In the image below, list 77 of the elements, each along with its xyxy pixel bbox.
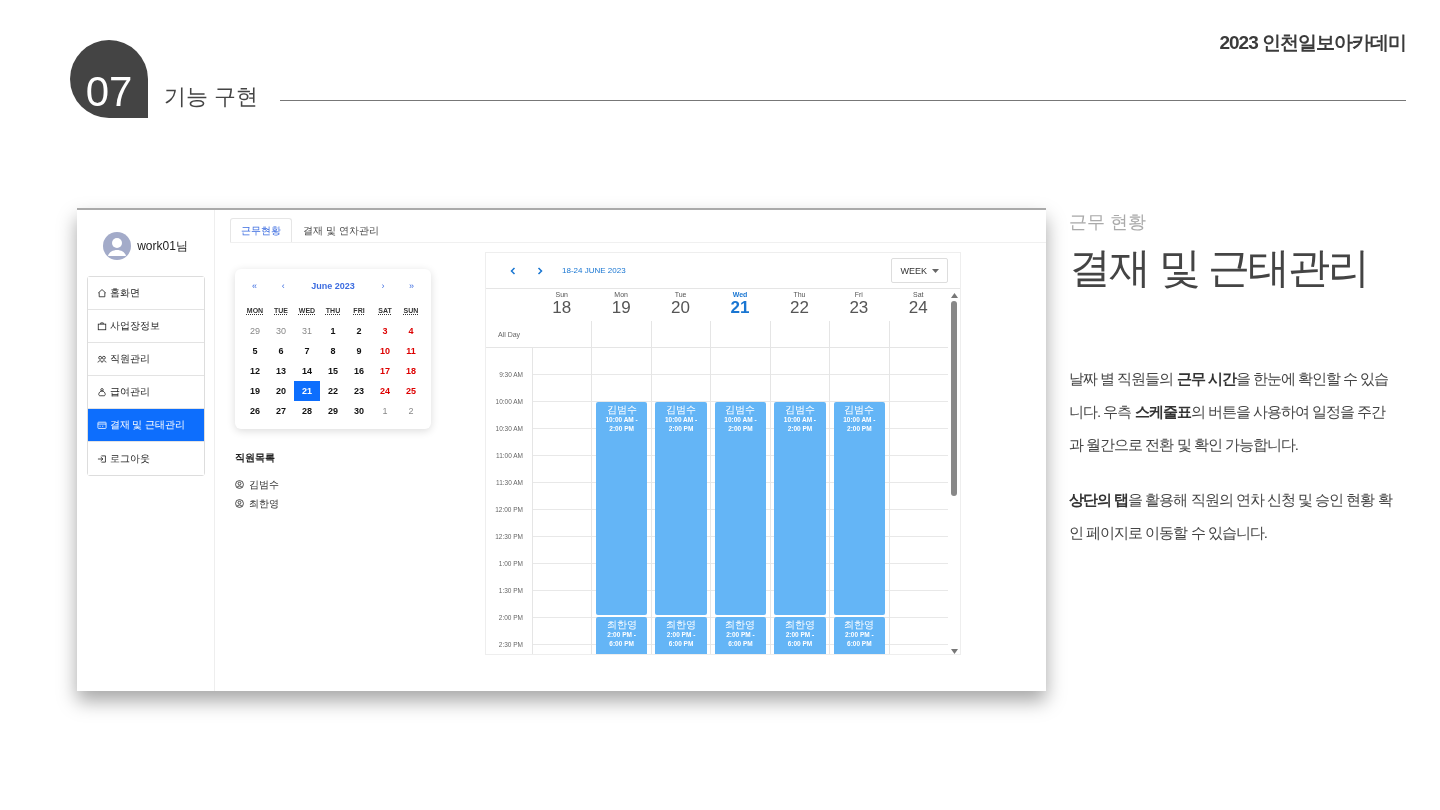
paragraph: 상단의 탭을 활용해 직원의 연차 신청 및 승인 현황 확인 페이지로 이동할 수 있습니다. — [1069, 490, 1394, 543]
brand-title: 2023 인천일보아카데미 — [1219, 31, 1406, 55]
caret-icon — [932, 268, 939, 273]
calendar-day[interactable]: 21 — [294, 381, 320, 401]
day-number[interactable]: 21 — [730, 298, 750, 318]
list-title: 직원목록 — [235, 451, 276, 465]
person-circle-icon — [235, 499, 244, 508]
calendar-day[interactable]: 20 — [268, 381, 294, 401]
calendar-day[interactable]: 7 — [294, 341, 320, 361]
calendar-day[interactable]: 27 — [268, 401, 294, 421]
calendar-day[interactable]: 22 — [320, 381, 346, 401]
calendar-day[interactable]: 3 — [372, 321, 398, 341]
nav-button[interactable]: › — [377, 281, 389, 291]
calendar-day[interactable]: 11 — [398, 341, 424, 361]
calendar-day[interactable]: 9 — [346, 341, 372, 361]
scroll-down-icon[interactable] — [950, 649, 958, 654]
calendar-day[interactable]: 31 — [294, 321, 320, 341]
calendar-day[interactable]: 28 — [294, 401, 320, 421]
day-number[interactable]: 23 — [849, 298, 869, 318]
calendar-day[interactable]: 18 — [398, 361, 424, 381]
card-icon — [96, 420, 107, 430]
menu-item[interactable]: 홈화면 — [87, 277, 204, 310]
calendar-day[interactable]: 1 — [320, 321, 346, 341]
calendar-day[interactable]: 13 — [268, 361, 294, 381]
nav-button[interactable]: » — [405, 281, 418, 291]
logout-icon — [96, 453, 107, 464]
calendar-day[interactable]: 12 — [242, 361, 268, 381]
day-number[interactable]: 24 — [908, 298, 928, 318]
user-name: work01님 — [137, 237, 188, 255]
calendar-day[interactable]: 24 — [372, 381, 398, 401]
calendar-day[interactable]: 2 — [398, 401, 424, 421]
calendar-day[interactable]: 23 — [346, 381, 372, 401]
section-number: 07 — [70, 40, 148, 118]
calendar-day[interactable]: 5 — [242, 341, 268, 361]
month-title[interactable]: June 2023 — [305, 280, 361, 292]
calendar-day[interactable]: 6 — [268, 341, 294, 361]
calendar-day[interactable]: 26 — [242, 401, 268, 421]
person-circle-icon — [235, 480, 244, 489]
bag-icon — [96, 321, 107, 331]
day-number[interactable]: 22 — [789, 298, 809, 318]
eyebrow-text: 근무 현황 — [1069, 211, 1147, 234]
calendar-day[interactable]: 4 — [398, 321, 424, 341]
nav-button[interactable]: « — [248, 281, 261, 291]
calendar-day[interactable]: 19 — [242, 381, 268, 401]
employee-name[interactable]: 김범수 — [249, 477, 279, 492]
calendar-day[interactable]: 1 — [372, 401, 398, 421]
house-icon — [96, 288, 107, 298]
calendar-day[interactable]: 30 — [346, 401, 372, 421]
calendar-day[interactable]: 10 — [372, 341, 398, 361]
calendar-day[interactable]: 8 — [320, 341, 346, 361]
calendar-day[interactable]: 14 — [294, 361, 320, 381]
calendar-day[interactable]: 29 — [320, 401, 346, 421]
day-number[interactable]: 19 — [611, 298, 631, 318]
scroll-up-icon[interactable] — [950, 293, 958, 298]
calendar-day[interactable]: 30 — [268, 321, 294, 341]
paragraph: 날짜 별 직원들의 근무 시간을 한눈에 확인할 수 있습니다. 우측 스케줄표의 버튼을 사용하여 일정을 주간과 월간으로 전환 및 확인 가능합니다. — [1069, 369, 1390, 455]
sack-icon — [96, 387, 107, 397]
calendar-day[interactable]: 2 — [346, 321, 372, 341]
day-number[interactable]: 18 — [552, 298, 572, 318]
slide-title: 결재 및 근태관리 — [1069, 243, 1370, 293]
chevron-left-icon[interactable] — [508, 265, 518, 276]
calendar-day[interactable]: 25 — [398, 381, 424, 401]
section-title: 기능 구현 — [164, 83, 259, 111]
calendar-day[interactable]: 16 — [346, 361, 372, 381]
menu-item[interactable]: 결재 및 근태관리 — [87, 409, 204, 442]
calendar-day[interactable]: 29 — [242, 321, 268, 341]
nav-button[interactable]: ‹ — [277, 281, 289, 291]
calendar-day[interactable]: 15 — [320, 361, 346, 381]
people-icon — [96, 354, 107, 364]
tab[interactable]: 근무현황 — [230, 218, 292, 242]
calendar-day[interactable]: 17 — [372, 361, 398, 381]
day-number[interactable]: 20 — [671, 298, 690, 318]
employee-name[interactable]: 최한영 — [249, 496, 279, 511]
avatar-icon — [103, 232, 132, 260]
view-dropdown[interactable]: WEEK — [891, 258, 948, 283]
date-range: 18-24 JUNE 2023 — [562, 266, 626, 275]
chevron-right-icon[interactable] — [535, 265, 545, 276]
